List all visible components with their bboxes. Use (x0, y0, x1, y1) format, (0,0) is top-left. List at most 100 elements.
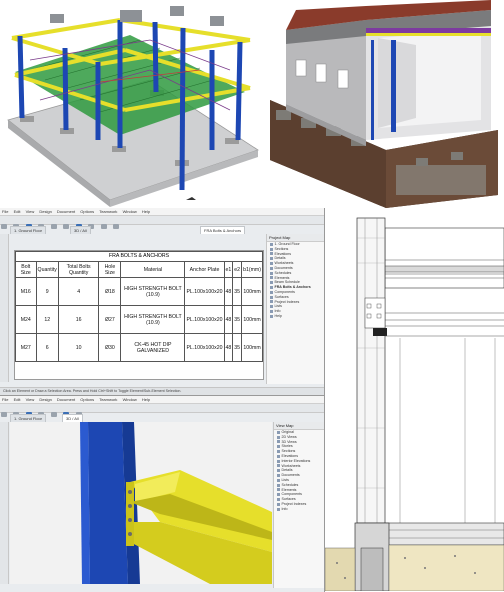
col-total-bolts: Total Bolts Quantity (57, 261, 100, 278)
folder-icon (277, 502, 280, 506)
schedule-app-window: File Edit View Design Document Options T… (0, 208, 325, 395)
menu-document[interactable]: Document (57, 397, 75, 402)
folder-icon (270, 300, 273, 304)
folder-icon (277, 498, 280, 502)
folder-icon (270, 310, 273, 314)
nav-item[interactable]: Info (274, 507, 324, 512)
status-bar: Click an Element or Draw a Selection Are… (0, 387, 324, 395)
cell: 48 (223, 305, 234, 334)
folder-icon (277, 483, 280, 487)
folder-icon (270, 242, 273, 246)
col-e1: e1 (223, 261, 234, 278)
cell: CK-45 HOT DIP GALVANIZED (120, 333, 186, 362)
beam-tool-icon[interactable] (50, 224, 57, 229)
main-toolbar (0, 404, 324, 417)
cell: M27 (15, 333, 37, 362)
folder-icon (270, 314, 273, 318)
table-row[interactable]: M24 12 16 Ø27 HIGH STRENGTH BOLT (10.9) … (15, 305, 263, 334)
menu-file[interactable]: File (2, 209, 8, 214)
nav-item[interactable]: Help (267, 314, 324, 319)
navigator-header: Project Map (267, 234, 324, 242)
cell: 16 (57, 305, 100, 334)
view-map-navigator: View Map Original 2D Views 3D Views Stor… (273, 422, 324, 588)
cell: 100mm (241, 333, 263, 362)
tab-bolts-schedule[interactable]: FRA Bolts & Anchors (200, 226, 246, 234)
tab-3d[interactable]: 3D / All (70, 226, 91, 234)
folder-icon (270, 252, 273, 256)
arrow-tool-icon[interactable] (1, 412, 7, 417)
menu-document[interactable]: Document (57, 209, 75, 214)
cell: Ø18 (98, 277, 122, 306)
folder-icon (277, 507, 280, 511)
menu-bar: File Edit View Design Document Options T… (0, 208, 324, 216)
menu-design[interactable]: Design (39, 397, 51, 402)
folder-icon (277, 445, 280, 449)
schedule-title: FRA BOLTS & ANCHORS (15, 251, 263, 261)
cell: 35 (232, 305, 243, 334)
building-section-3d-view (266, 0, 504, 208)
col-bolt-size: Bolt Size (15, 261, 37, 278)
project-navigator: Project Map 1. Ground Floor Sections Ele… (266, 234, 324, 384)
cell: HIGH STRENGTH BOLT (10.9) (120, 305, 186, 334)
menu-view[interactable]: View (26, 209, 35, 214)
folder-icon (277, 493, 280, 497)
steel-frame-render (7, 6, 259, 207)
table-row[interactable]: M27 6 10 Ø30 CK-45 HOT DIP GALVANIZED PL… (15, 333, 263, 362)
cell: M24 (15, 305, 37, 334)
col-quantity: Quantity (35, 261, 59, 278)
main-toolbar (0, 216, 324, 229)
cell: M16 (15, 277, 37, 306)
cell: HIGH STRENGTH BOLT (10.9) (120, 277, 186, 306)
menu-edit[interactable]: Edit (14, 397, 21, 402)
cell: 100mm (241, 277, 263, 306)
folder-icon (277, 464, 280, 468)
menu-edit[interactable]: Edit (14, 209, 21, 214)
steel-connection-render (80, 422, 272, 584)
folder-icon (270, 271, 273, 275)
col-material: Material (120, 261, 186, 278)
folder-icon (277, 459, 280, 463)
folder-icon (277, 454, 280, 458)
folder-icon (270, 295, 273, 299)
toolbox (0, 422, 9, 584)
bolt-schedule-table: Bolt Size Quantity Total Bolts Quantity … (15, 261, 263, 362)
folder-icon (277, 440, 280, 444)
folder-icon (277, 430, 280, 434)
folder-icon (270, 290, 273, 294)
cell: 35 (232, 277, 243, 306)
menu-window[interactable]: Window (123, 209, 137, 214)
menu-options[interactable]: Options (80, 209, 94, 214)
cell: 9 (35, 277, 59, 306)
menu-window[interactable]: Window (123, 397, 137, 402)
arrow-tool-icon[interactable] (1, 224, 7, 229)
menu-options[interactable]: Options (80, 397, 94, 402)
layers-icon[interactable] (113, 224, 120, 229)
menu-help[interactable]: Help (142, 209, 150, 214)
beam-tool-icon[interactable] (50, 412, 57, 417)
folder-icon (270, 266, 273, 270)
tab-3d[interactable]: 3D / All (62, 414, 83, 422)
3d-viewport[interactable] (10, 422, 272, 584)
cell: Ø30 (98, 333, 122, 362)
slab-tool-icon[interactable] (63, 224, 70, 229)
menu-bar: File Edit View Design Document Options T… (0, 396, 324, 404)
menu-design[interactable]: Design (39, 209, 51, 214)
col-e2: e2 (232, 261, 243, 278)
menu-help[interactable]: Help (142, 397, 150, 402)
menu-teamwork[interactable]: Teamwork (99, 209, 117, 214)
wall-detail-linework (325, 208, 504, 591)
menu-teamwork[interactable]: Teamwork (99, 397, 117, 402)
folder-icon (277, 478, 280, 482)
menu-file[interactable]: File (2, 397, 8, 402)
menu-view[interactable]: View (26, 397, 35, 402)
cell: Ø27 (98, 305, 122, 334)
folder-icon (277, 474, 280, 478)
toolbox (0, 234, 9, 382)
cell: 6 (35, 333, 59, 362)
schedule-icon (270, 286, 273, 290)
tab-ground-floor[interactable]: 1. Ground Floor (10, 226, 47, 234)
cell: 48 (223, 277, 234, 306)
tab-ground-floor[interactable]: 1. Ground Floor (10, 414, 47, 422)
zoom-icon[interactable] (100, 224, 107, 229)
table-row[interactable]: M16 9 4 Ø18 HIGH STRENGTH BOLT (10.9) PL… (15, 277, 263, 306)
